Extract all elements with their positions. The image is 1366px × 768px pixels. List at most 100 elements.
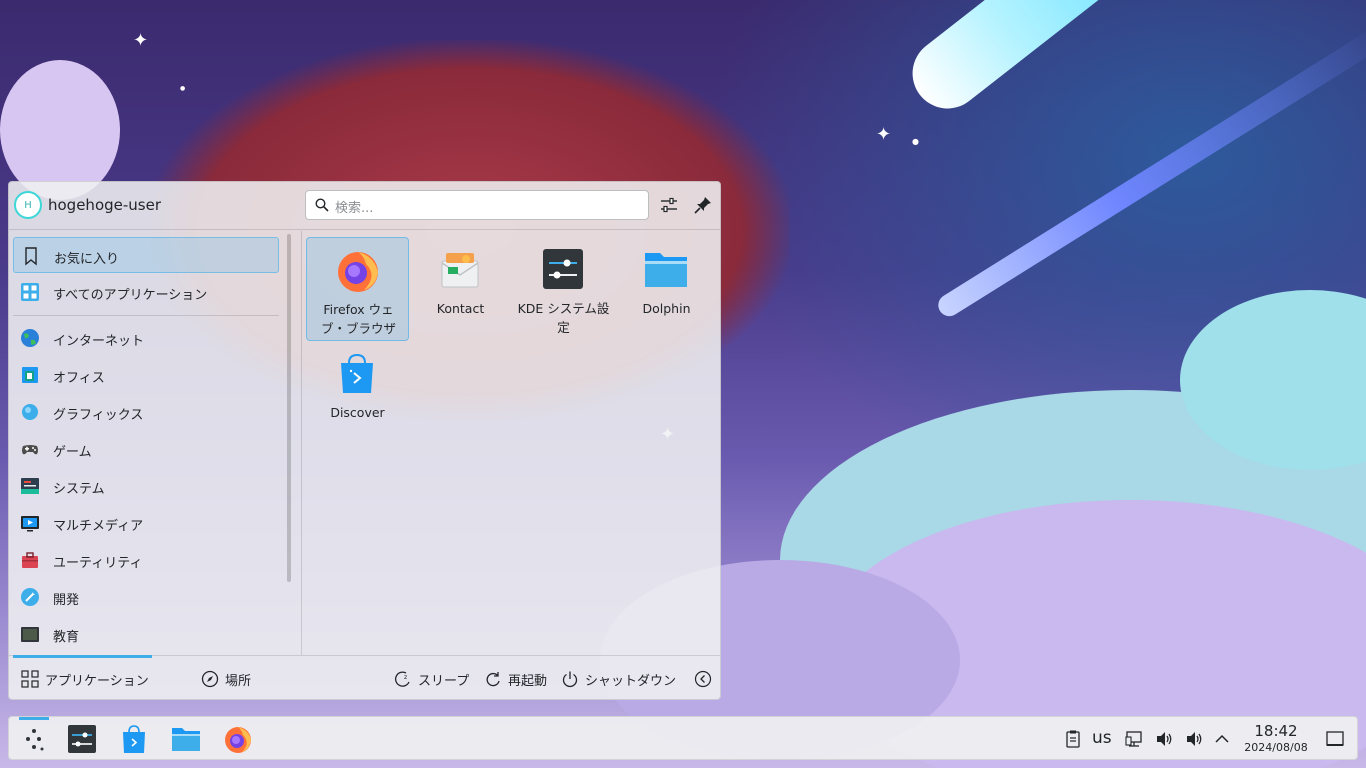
search-placeholder: 検索... <box>335 201 374 216</box>
app-name: Discover <box>330 405 385 420</box>
sidebar-item-development[interactable]: 開発 <box>13 579 279 615</box>
sidebar-item-utilities[interactable]: ユーティリティ <box>13 542 279 578</box>
sidebar-item-all-applications[interactable]: すべてのアプリケーション <box>13 274 279 310</box>
sidebar-item-label: ゲーム <box>53 445 92 460</box>
tray-expand-button[interactable] <box>1212 729 1232 749</box>
task-discover[interactable] <box>118 723 150 755</box>
restart-button[interactable]: 再起動 <box>484 667 547 691</box>
favorites-grid: Firefox ウェブ・ブラウザ Kontact KDE システム設定 Dolp… <box>305 237 717 652</box>
task-firefox[interactable] <box>222 723 254 755</box>
button-label: シャットダウン <box>585 673 677 689</box>
scrollbar-thumb[interactable] <box>287 234 291 582</box>
grid-icon <box>21 283 39 301</box>
sidebar-item-label: システム <box>53 482 105 497</box>
tray-network[interactable] <box>1124 729 1144 749</box>
sidebar-item-favorites[interactable]: お気に入り <box>13 237 279 273</box>
development-icon <box>21 588 39 606</box>
sidebar-item-label: 教育 <box>53 630 80 645</box>
tray-clipboard[interactable] <box>1063 729 1083 749</box>
clock-time: 18:42 <box>1254 722 1298 740</box>
shutdown-button[interactable]: シャットダウン <box>561 667 676 691</box>
category-sidebar: お気に入り すべてのアプリケーション インターネット オフィス グラフィックス … <box>9 231 285 655</box>
tab-label: アプリケーション <box>45 673 149 689</box>
sidebar-divider <box>13 315 279 316</box>
active-tab-indicator <box>13 655 152 658</box>
tab-label: 場所 <box>225 673 252 689</box>
app-name: Firefox ウェブ・ブラウザ <box>320 302 396 336</box>
tab-applications[interactable]: アプリケーション <box>21 667 149 691</box>
sliders-icon <box>661 197 677 213</box>
chalkboard-icon <box>21 627 39 642</box>
graphics-icon <box>22 404 38 420</box>
app-tile-discover[interactable]: Discover <box>306 341 409 445</box>
sidebar-item-education[interactable]: 教育 <box>13 616 279 652</box>
globe-icon <box>21 329 39 347</box>
discover-icon <box>341 353 373 393</box>
more-session-button[interactable] <box>694 667 712 691</box>
sidebar-item-label: マルチメディア <box>53 519 144 534</box>
show-desktop-icon <box>1326 731 1344 746</box>
sleep-button[interactable]: z スリープ <box>394 667 469 691</box>
configure-button[interactable] <box>658 194 680 216</box>
kde-launcher-icon <box>26 729 44 751</box>
clipboard-icon <box>1066 730 1080 748</box>
toolbox-icon <box>22 552 38 568</box>
launcher-footer: アプリケーション 場所 z スリープ 再起動 シャットダウン <box>9 655 720 700</box>
pin-icon <box>694 197 711 214</box>
sidebar-item-graphics[interactable]: グラフィックス <box>13 394 279 430</box>
app-tile-system-settings[interactable]: KDE システム設定 <box>512 237 615 341</box>
svg-text:z: z <box>404 674 407 681</box>
tab-places[interactable]: 場所 <box>201 667 251 691</box>
tray-volume[interactable] <box>1154 729 1174 749</box>
dolphin-folder-icon <box>645 253 687 287</box>
show-desktop-button[interactable] <box>1325 729 1345 749</box>
sidebar-item-label: お気に入り <box>54 252 120 267</box>
tray-audio-device[interactable] <box>1184 729 1204 749</box>
sidebar-item-label: オフィス <box>53 371 105 386</box>
sidebar-item-label: グラフィックス <box>53 408 144 423</box>
chevron-left-icon <box>694 670 712 688</box>
app-name: Kontact <box>436 301 485 316</box>
sidebar-item-label: 開発 <box>53 593 80 608</box>
network-wired-icon <box>1125 731 1142 747</box>
speaker-icon <box>1187 732 1202 746</box>
sidebar-item-games[interactable]: ゲーム <box>13 431 279 467</box>
pane-divider <box>301 231 302 655</box>
sidebar-scrollbar[interactable] <box>287 234 293 582</box>
keyboard-layout-indicator[interactable]: us <box>1092 728 1112 748</box>
cloud <box>0 60 120 200</box>
star-icon: ● <box>180 85 186 92</box>
app-tile-dolphin[interactable]: Dolphin <box>615 237 718 341</box>
search-field[interactable]: 検索... <box>305 190 649 220</box>
system-settings-icon <box>68 725 96 753</box>
taskbar: us 18:42 2024/08/08 <box>8 716 1358 760</box>
gamepad-icon <box>22 445 38 455</box>
sidebar-item-multimedia[interactable]: マルチメディア <box>13 505 279 541</box>
app-name: Dolphin <box>642 301 691 316</box>
sleep-icon: z <box>394 671 410 687</box>
task-system-settings[interactable] <box>66 723 98 755</box>
sidebar-item-internet[interactable]: インターネット <box>13 320 279 356</box>
app-tile-kontact[interactable]: Kontact <box>409 237 512 341</box>
app-tile-firefox[interactable]: Firefox ウェブ・ブラウザ <box>306 237 409 341</box>
sidebar-item-label: すべてのアプリケーション <box>53 288 208 303</box>
task-dolphin[interactable] <box>170 723 202 755</box>
system-settings-icon <box>543 249 583 289</box>
user-name: hogehoge-user <box>48 196 161 214</box>
pin-button[interactable] <box>692 194 714 216</box>
user-avatar[interactable]: H <box>14 191 42 219</box>
clock-date: 2024/08/08 <box>1244 741 1308 754</box>
firefox-icon <box>225 727 251 753</box>
application-launcher-button[interactable] <box>18 723 50 755</box>
power-icon <box>562 671 578 688</box>
multimedia-icon <box>21 516 39 532</box>
button-label: スリープ <box>418 673 470 689</box>
office-icon <box>22 367 38 383</box>
discover-icon <box>123 725 145 753</box>
bookmark-icon <box>25 247 37 266</box>
sidebar-item-office[interactable]: オフィス <box>13 357 279 393</box>
system-icon <box>21 478 39 494</box>
application-launcher: H hogehoge-user 検索... お気に入り すべてのアプリケーション… <box>8 181 721 700</box>
sidebar-item-system[interactable]: システム <box>13 468 279 504</box>
launcher-header: H hogehoge-user 検索... <box>9 182 720 230</box>
